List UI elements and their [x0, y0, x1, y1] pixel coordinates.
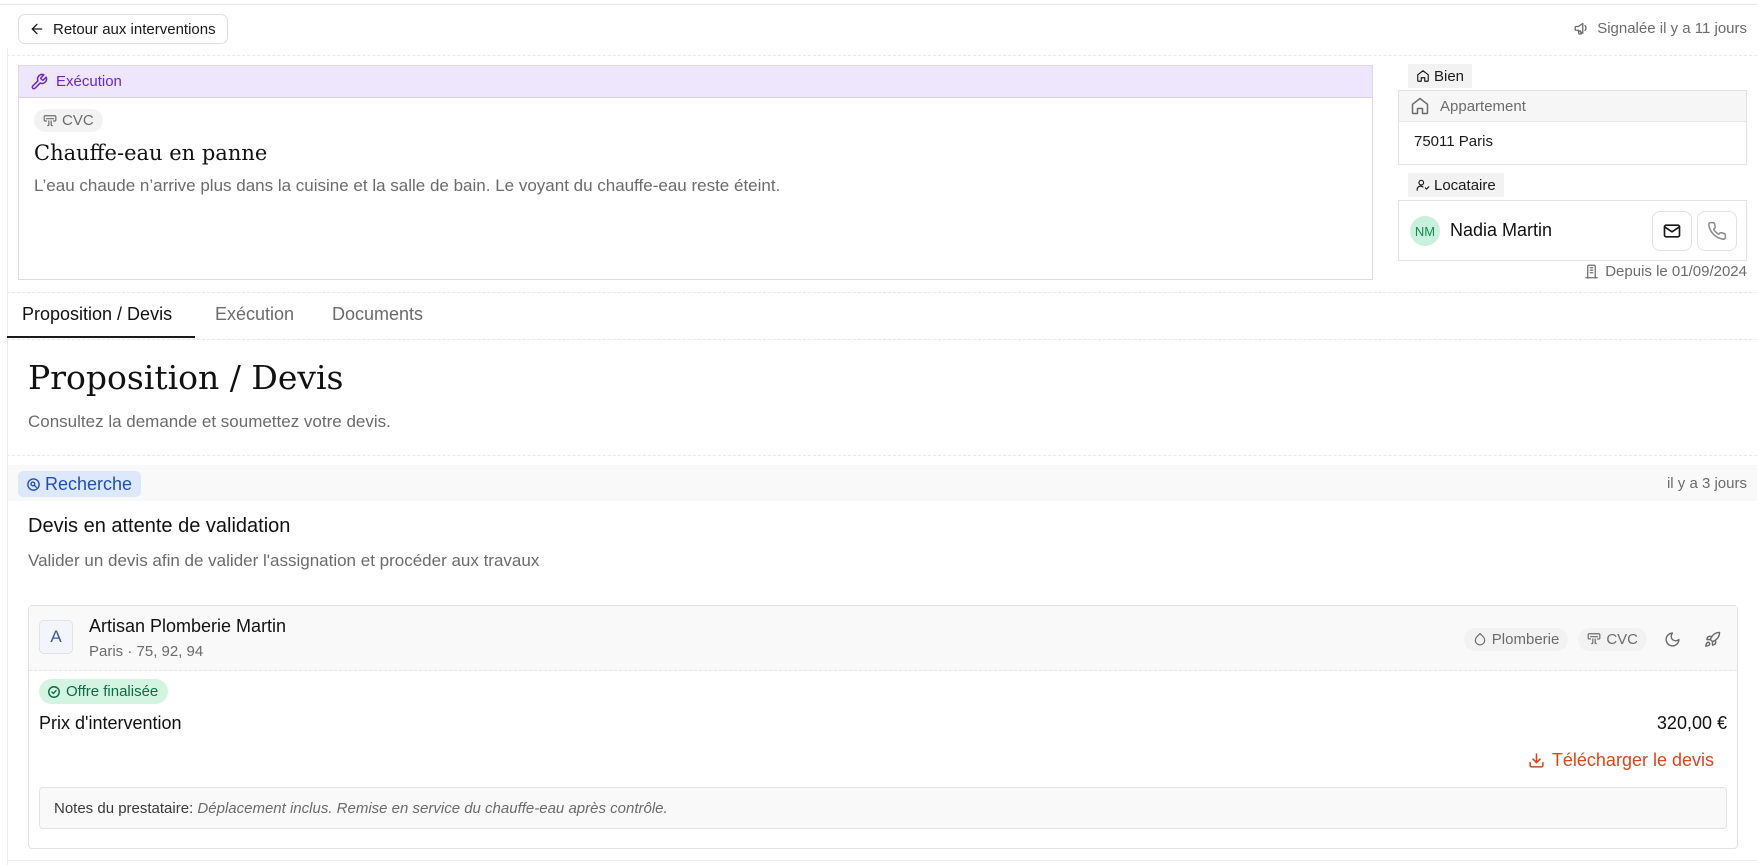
- mail-icon: [1663, 224, 1681, 238]
- check-circle-icon: [48, 685, 60, 698]
- divider: [7, 339, 1757, 340]
- execution-status-label: Exécution: [56, 73, 122, 90]
- rocket-icon: [1704, 631, 1720, 647]
- tenant-name: Nadia Martin: [1450, 220, 1553, 240]
- provider-notes-label: Notes du prestataire:: [54, 800, 194, 817]
- property-label-text: Bien: [1434, 67, 1465, 85]
- email-button[interactable]: [1652, 211, 1692, 251]
- divider: [7, 55, 1757, 56]
- top-border: [0, 4, 1757, 5]
- provider-avatar: A: [39, 620, 73, 654]
- status-badge: Recherche: [18, 471, 142, 497]
- download-quote-link[interactable]: Télécharger le devis: [1528, 750, 1714, 771]
- status-time: il y a 3 jours: [1666, 475, 1747, 492]
- price-value: 320,00 €: [1656, 713, 1727, 733]
- divider: [7, 292, 1757, 293]
- download-quote-label: Télécharger le devis: [1551, 750, 1714, 770]
- tenant-card: NM Nadia Martin: [1398, 200, 1747, 261]
- building-icon: [1585, 264, 1598, 279]
- download-icon: [1529, 753, 1544, 768]
- tenant-label: Locataire: [1408, 173, 1504, 197]
- search-circle-icon: [27, 477, 40, 491]
- arrow-left-icon: [31, 23, 43, 35]
- search-status-strip: [8, 465, 1757, 501]
- provider-notes: Notes du prestataire: Déplacement inclus…: [39, 787, 1727, 829]
- property-location: 75011 Paris: [1414, 133, 1493, 150]
- price-label: Prix d'intervention: [39, 713, 182, 733]
- intervention-description: L’eau chaude n’arrive plus dans la cuisi…: [34, 176, 781, 195]
- wrench-icon: [31, 73, 48, 89]
- tenant-label-text: Locataire: [1434, 176, 1496, 194]
- bottom-border: [7, 860, 1757, 861]
- property-card: Appartement 75011 Paris: [1398, 90, 1747, 165]
- tenant-since: Depuis le 01/09/2024: [1584, 263, 1747, 280]
- offer-status-badge: Offre finalisée: [39, 679, 169, 704]
- tab-proposition-devis[interactable]: Proposition / Devis: [22, 304, 172, 325]
- tab-execution[interactable]: Exécution: [215, 304, 294, 325]
- provider-name: Artisan Plomberie Martin: [89, 616, 287, 636]
- property-type-row: Appartement: [1399, 91, 1746, 122]
- status-badge-label: Recherche: [45, 473, 133, 494]
- trade-tag-label: Plomberie: [1491, 630, 1560, 648]
- avatar: NM: [1410, 216, 1440, 246]
- tenant-since-text: Depuis le 01/09/2024: [1605, 263, 1747, 280]
- category-tag-label: CVC: [62, 112, 94, 129]
- divider: [7, 455, 1757, 456]
- megaphone-icon: [1574, 22, 1587, 35]
- execution-status-header: Exécution: [19, 66, 1372, 98]
- provider-quote-card: A Artisan Plomberie Martin Paris · 75, 9…: [28, 605, 1738, 849]
- category-tag: CVC: [34, 109, 103, 132]
- provider-location: Paris · 75, 92, 94: [89, 643, 204, 660]
- night-availability: [1657, 625, 1687, 653]
- offer-status-label: Offre finalisée: [66, 683, 159, 700]
- active-tab-indicator: [7, 336, 195, 338]
- provider-header: A Artisan Plomberie Martin Paris · 75, 9…: [29, 606, 1737, 671]
- pending-subtitle: Valider un devis afin de valider l'assig…: [28, 551, 540, 570]
- phone-icon: [1708, 221, 1727, 240]
- trade-tag-plumbing: Plomberie: [1463, 627, 1569, 651]
- user-icon: [1416, 179, 1430, 191]
- tab-documents[interactable]: Documents: [332, 304, 423, 325]
- air-vent-icon: [1587, 633, 1601, 645]
- intervention-title: Chauffe-eau en panne: [34, 141, 268, 165]
- home-icon: [1411, 97, 1429, 115]
- air-vent-icon: [43, 114, 57, 126]
- trade-tag-hvac: CVC: [1578, 627, 1647, 651]
- page-title: Proposition / Devis: [28, 358, 344, 397]
- intervention-card: Exécution CVC Chauffe-eau en panne L’eau…: [18, 65, 1373, 280]
- back-to-interventions-button[interactable]: Retour aux interventions: [18, 14, 228, 44]
- phone-button[interactable]: [1697, 211, 1737, 251]
- back-button-label: Retour aux interventions: [53, 20, 216, 38]
- reported-info: Signalée il y a 11 jours: [1573, 19, 1747, 37]
- reported-text: Signalée il y a 11 jours: [1597, 19, 1747, 37]
- pending-title: Devis en attente de validation: [28, 515, 291, 537]
- property-label: Bien: [1408, 64, 1473, 88]
- moon-icon: [1664, 631, 1680, 647]
- droplet-icon: [1474, 632, 1486, 646]
- provider-notes-value: Déplacement inclus. Remise en service du…: [197, 800, 668, 817]
- trade-tag-label: CVC: [1606, 630, 1638, 648]
- home-icon: [1417, 70, 1429, 82]
- page-subtitle: Consultez la demande et soumettez votre …: [28, 412, 391, 431]
- property-type: Appartement: [1440, 97, 1526, 115]
- left-rail: [7, 48, 8, 865]
- provider-tags: Plomberie CVC: [1463, 625, 1727, 653]
- urgent-availability: [1697, 625, 1727, 653]
